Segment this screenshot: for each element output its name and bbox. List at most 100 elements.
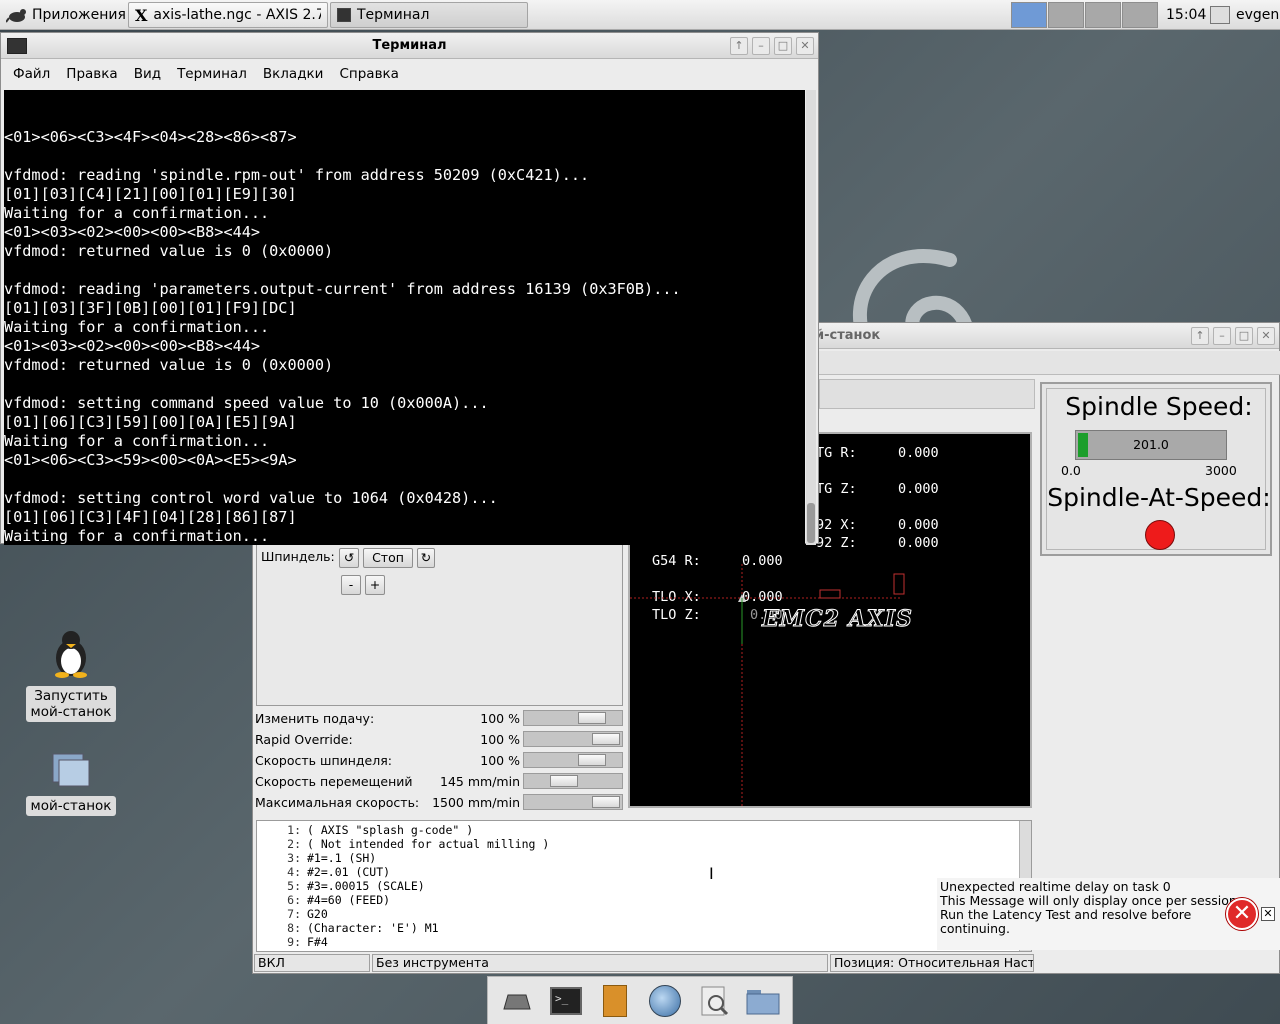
manual-control-panel: Шпиндель: ↺ Стоп ↻ - + xyxy=(256,544,623,706)
taskbar-window-terminal[interactable]: Терминал xyxy=(330,2,528,28)
gcode-line[interactable]: 7: G20 xyxy=(257,907,1031,921)
close-icon[interactable]: ✕ xyxy=(1257,327,1275,345)
terminal-menu-item[interactable]: Вкладки xyxy=(255,66,332,82)
top-panel: Приложения X axis-lathe.ngc - AXIS 2.7..… xyxy=(0,0,1280,30)
spindle-cw-button[interactable]: ↻ xyxy=(417,548,435,568)
gcode-line[interactable]: 6: #4=60 (FEED) xyxy=(257,893,1031,907)
terminal-output[interactable]: <01><06><C3><4F><04><28><86><87> vfdmod: … xyxy=(4,90,805,545)
desktop-icon-label: мой-станок xyxy=(26,796,116,816)
maximize-icon[interactable]: □ xyxy=(774,37,792,55)
terminal-line: Waiting for a confirmation... xyxy=(4,527,270,545)
terminal-line: [01][03][3F][0B][00][01][F9][DC] xyxy=(4,299,297,317)
override-slider[interactable] xyxy=(523,731,623,747)
terminal-window: Терминал ↑ – □ ✕ Файл Правка Вид Терминал Вк… xyxy=(0,32,819,545)
web-browser-icon[interactable] xyxy=(647,983,683,1019)
slider-thumb[interactable] xyxy=(578,712,607,724)
close-icon[interactable]: ✕ xyxy=(796,37,814,55)
terminal-menu-item[interactable]: Файл xyxy=(5,66,58,82)
gcode-line-text: #1=.1 (SH) xyxy=(307,851,377,865)
show-desktop-icon[interactable] xyxy=(499,983,535,1019)
spindle-speed-title: Spindle Speed: xyxy=(1065,392,1253,421)
override-label: Скорость шпинделя: xyxy=(255,753,392,768)
spindle-label: Шпиндель: xyxy=(261,549,335,564)
spindle-ccw-button[interactable]: ↺ xyxy=(339,548,359,568)
user-name: evgen xyxy=(1236,7,1280,23)
gcode-line-text: #2=.01 (CUT) xyxy=(307,865,391,879)
minimize-icon[interactable]: – xyxy=(752,37,770,55)
spindle-slower-button[interactable]: - xyxy=(341,575,361,595)
terminal-scrollbar[interactable] xyxy=(806,90,816,545)
window-buttons: ↑ – □ ✕ xyxy=(730,37,814,55)
spindle-at-speed-led xyxy=(1145,520,1175,550)
notification-close-button[interactable]: ✕ xyxy=(1261,907,1275,921)
terminal-menu-item[interactable]: Правка xyxy=(58,66,125,82)
terminal-line: [01][06][C3][4F][04][28][86][87] xyxy=(4,508,297,526)
gcode-line[interactable]: 2: ( Not intended for actual milling ) xyxy=(257,837,1031,851)
desktop-icon-folder[interactable]: мой-станок xyxy=(26,748,116,816)
slider-thumb[interactable] xyxy=(578,754,607,766)
taskbar-window-axis[interactable]: X axis-lathe.ngc - AXIS 2.7... xyxy=(128,2,328,28)
terminal-line: <01><03><02><00><00><B8><44> xyxy=(4,337,261,355)
terminal-line: Waiting for a confirmation... xyxy=(4,204,270,222)
gcode-line-number: 9: xyxy=(287,935,301,949)
scale-min: 0.0 xyxy=(1061,463,1081,478)
gcode-view[interactable]: 1: ( AXIS "splash g-code" ) 2: ( Not intend… xyxy=(256,820,1032,952)
desktop-icon-launch[interactable]: Запустить мой-станок xyxy=(26,628,116,722)
workspace-2[interactable] xyxy=(1048,2,1084,28)
override-slider[interactable] xyxy=(523,752,623,768)
gcode-line[interactable]: 1: ( AXIS "splash g-code" ) xyxy=(257,823,1031,837)
terminal-line: [01][03][C4][21][00][01][E9][30] xyxy=(4,185,297,203)
override-slider[interactable] xyxy=(523,710,623,726)
override-slider[interactable] xyxy=(523,773,623,789)
override-label: Изменить подачу: xyxy=(255,711,375,726)
gcode-line[interactable]: 3: #1=.1 (SH) xyxy=(257,851,1031,865)
search-icon[interactable] xyxy=(696,983,732,1019)
file-manager-icon[interactable] xyxy=(597,983,633,1019)
terminal-line: Waiting for a confirmation... xyxy=(4,318,270,336)
notification-line: This Message will only display once per … xyxy=(940,893,1241,908)
workspace-4[interactable] xyxy=(1122,2,1158,28)
dro-row: TG Z: 0.000 xyxy=(816,481,939,497)
terminal-app-icon xyxy=(337,8,351,22)
user-menu[interactable]: evgen xyxy=(1204,2,1280,28)
workspace-3[interactable] xyxy=(1085,2,1121,28)
dro-row: TG R: 0.000 xyxy=(816,445,939,461)
gcode-line-text: ( AXIS "splash g-code" ) xyxy=(307,823,474,837)
spindle-faster-button[interactable]: + xyxy=(365,575,385,595)
gcode-line[interactable]: 5: #3=.00015 (SCALE) xyxy=(257,879,1031,893)
pin-icon[interactable]: ↑ xyxy=(1191,327,1209,345)
minimize-icon[interactable]: – xyxy=(1213,327,1231,345)
gcode-line[interactable]: 4: #2=.01 (CUT) xyxy=(257,865,1031,879)
override-row: Изменить подачу: 100 % xyxy=(255,708,623,728)
terminal-line: [01][06][C3][59][00][0A][E5][9A] xyxy=(4,413,297,431)
terminal-launcher-icon[interactable]: >_ xyxy=(548,983,584,1019)
folder-icon[interactable] xyxy=(745,983,781,1019)
folder-icon xyxy=(52,753,90,787)
pin-icon[interactable]: ↑ xyxy=(730,37,748,55)
maximize-icon[interactable]: □ xyxy=(1235,327,1253,345)
workspace-1[interactable] xyxy=(1011,2,1047,28)
scrollbar-thumb[interactable] xyxy=(807,503,815,543)
terminal-line: vfdmod: returned value is 0 (0x0000) xyxy=(4,242,334,260)
terminal-menu-item[interactable]: Вид xyxy=(126,66,169,82)
override-slider[interactable] xyxy=(523,794,623,810)
apps-menu[interactable]: Приложения xyxy=(0,2,132,28)
slider-thumb[interactable] xyxy=(549,775,578,787)
gcode-line-text: (Character: 'E') M1 xyxy=(307,921,439,935)
gcode-line[interactable]: 9: F#4 xyxy=(257,935,1031,949)
terminal-titlebar[interactable]: Терминал ↑ – □ ✕ xyxy=(1,33,818,59)
spindle-stop-button[interactable]: Стоп xyxy=(363,548,413,568)
gcode-line[interactable]: 8: (Character: 'E') M1 xyxy=(257,921,1031,935)
terminal-menu-item[interactable]: Терминал xyxy=(169,66,255,82)
axis-toolbar xyxy=(819,351,1280,375)
slider-thumb[interactable] xyxy=(592,796,620,808)
terminal-menu-item[interactable]: Справка xyxy=(331,66,406,82)
slider-thumb[interactable] xyxy=(592,733,620,745)
override-value: 100 % xyxy=(480,732,520,747)
error-icon: ✕ xyxy=(1226,898,1258,930)
text-cursor-icon: I xyxy=(709,864,714,883)
gcode-line-text: F#4 xyxy=(307,935,328,949)
gcode-line-number: 7: xyxy=(287,907,301,921)
